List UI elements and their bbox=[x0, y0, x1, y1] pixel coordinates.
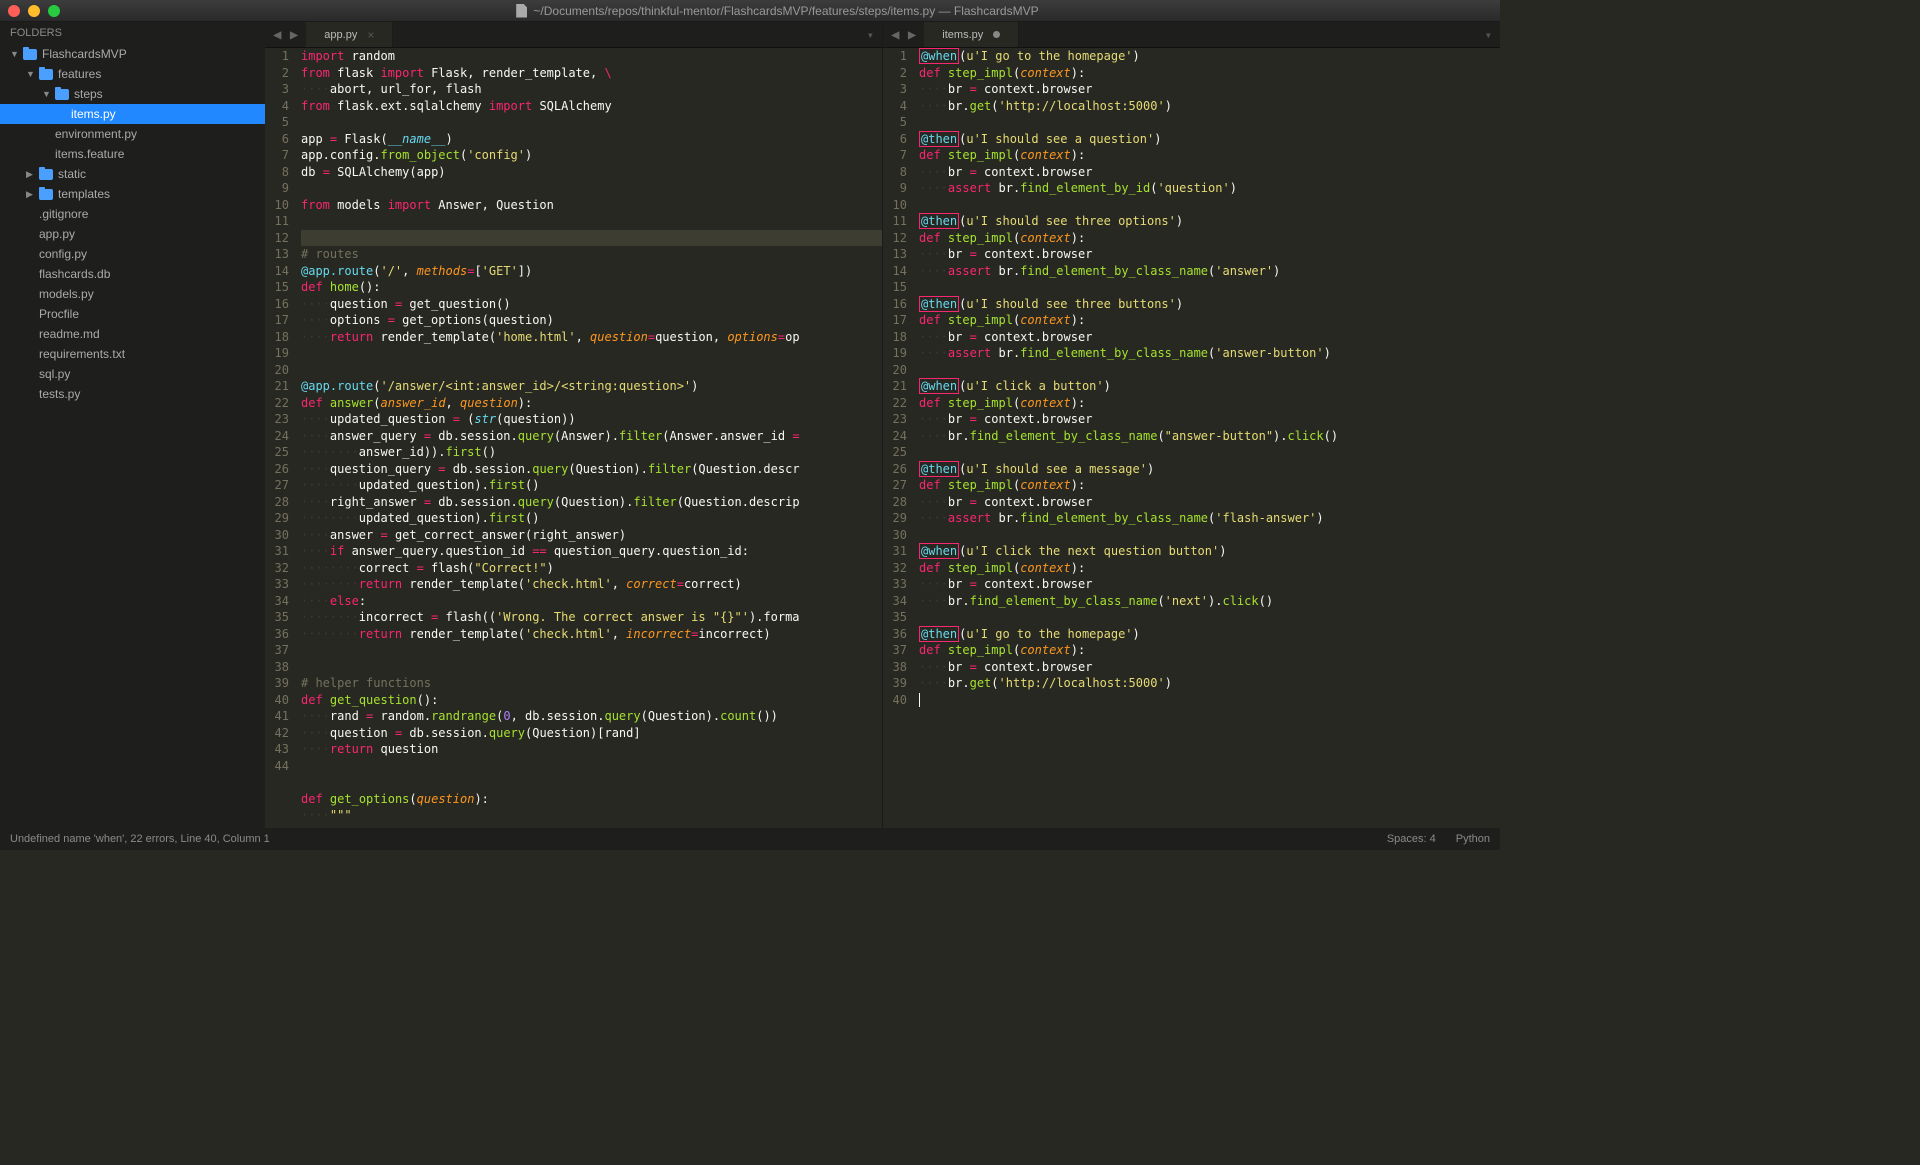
tree-item-label: steps bbox=[74, 87, 103, 101]
tab-dropdown[interactable]: ▾ bbox=[393, 22, 882, 47]
dirty-indicator-icon bbox=[993, 31, 1000, 38]
code-content[interactable]: @when(u'I go to the homepage')def step_i… bbox=[915, 48, 1500, 828]
status-language[interactable]: Python bbox=[1456, 833, 1490, 845]
tree-item-label: Procfile bbox=[39, 307, 79, 321]
folder-icon bbox=[39, 169, 53, 180]
file-icon bbox=[513, 4, 527, 18]
tab-nav[interactable]: ◀ ▶ bbox=[265, 22, 306, 47]
code-content[interactable]: import randomfrom flask import Flask, re… bbox=[297, 48, 882, 828]
window-controls bbox=[8, 5, 60, 17]
file-item[interactable]: items.py bbox=[0, 104, 265, 124]
tab-nav[interactable]: ◀ ▶ bbox=[883, 22, 924, 47]
folder-icon bbox=[23, 49, 37, 60]
tree-item-label: templates bbox=[58, 187, 110, 201]
tree-item-label: flashcards.db bbox=[39, 267, 110, 281]
code-editor-right[interactable]: 1234567891011121314151617181920212223242… bbox=[883, 48, 1500, 828]
folder-item[interactable]: ▼ features bbox=[0, 64, 265, 84]
gutter: 1234567891011121314151617181920212223242… bbox=[265, 48, 297, 828]
tree-item-label: requirements.txt bbox=[39, 347, 125, 361]
tree-item-label: readme.md bbox=[39, 327, 100, 341]
tree-item-label: sql.py bbox=[39, 367, 70, 381]
close-icon[interactable]: × bbox=[367, 28, 374, 42]
tree-item-label: environment.py bbox=[55, 127, 137, 141]
minimize-button[interactable] bbox=[28, 5, 40, 17]
folder-tree: ▼ FlashcardsMVP ▼ features ▼ steps items.py env… bbox=[0, 44, 265, 404]
file-item[interactable]: config.py bbox=[0, 244, 265, 264]
tree-item-label: tests.py bbox=[39, 387, 80, 401]
folder-icon bbox=[39, 69, 53, 80]
file-item[interactable]: sql.py bbox=[0, 364, 265, 384]
file-item[interactable]: items.feature bbox=[0, 144, 265, 164]
close-button[interactable] bbox=[8, 5, 20, 17]
status-spaces[interactable]: Spaces: 4 bbox=[1387, 833, 1436, 845]
chevron-icon[interactable]: ▶ bbox=[26, 189, 34, 200]
tab-label: items.py bbox=[942, 29, 983, 41]
file-item[interactable]: flashcards.db bbox=[0, 264, 265, 284]
titlebar: ~/Documents/repos/thinkful-mentor/Flashc… bbox=[0, 0, 1500, 22]
maximize-button[interactable] bbox=[48, 5, 60, 17]
folder-item[interactable]: ▼ FlashcardsMVP bbox=[0, 44, 265, 64]
chevron-icon[interactable]: ▼ bbox=[42, 89, 50, 99]
tree-item-label: app.py bbox=[39, 227, 75, 241]
file-item[interactable]: requirements.txt bbox=[0, 344, 265, 364]
folder-icon bbox=[55, 89, 69, 100]
window-title-text: ~/Documents/repos/thinkful-mentor/Flashc… bbox=[533, 4, 1038, 18]
tab-app-py[interactable]: app.py × bbox=[306, 22, 393, 47]
sidebar-header: FOLDERS bbox=[0, 22, 265, 44]
tab-label: app.py bbox=[324, 29, 357, 41]
chevron-icon[interactable]: ▶ bbox=[26, 169, 34, 180]
chevron-icon[interactable]: ▼ bbox=[26, 69, 34, 79]
tab-bar-right: ◀ ▶ items.py ▾ bbox=[883, 22, 1500, 48]
file-item[interactable]: .gitignore bbox=[0, 204, 265, 224]
editor-pane-left: ◀ ▶ app.py × ▾ 1234567891011121314151617… bbox=[265, 22, 883, 828]
status-errors[interactable]: Undefined name 'when', 22 errors, Line 4… bbox=[10, 833, 270, 845]
tree-item-label: .gitignore bbox=[39, 207, 88, 221]
editor-pane-right: ◀ ▶ items.py ▾ 1234567891011121314151617… bbox=[883, 22, 1500, 828]
file-item[interactable]: readme.md bbox=[0, 324, 265, 344]
tab-bar-left: ◀ ▶ app.py × ▾ bbox=[265, 22, 882, 48]
tab-dropdown[interactable]: ▾ bbox=[1019, 22, 1500, 47]
sidebar: FOLDERS ▼ FlashcardsMVP ▼ features ▼ steps ite… bbox=[0, 22, 265, 828]
tree-item-label: features bbox=[58, 67, 101, 81]
tree-item-label: models.py bbox=[39, 287, 94, 301]
file-item[interactable]: tests.py bbox=[0, 384, 265, 404]
tree-item-label: items.py bbox=[71, 107, 116, 121]
tree-item-label: static bbox=[58, 167, 86, 181]
file-item[interactable]: Procfile bbox=[0, 304, 265, 324]
file-item[interactable]: models.py bbox=[0, 284, 265, 304]
gutter: 1234567891011121314151617181920212223242… bbox=[883, 48, 915, 828]
chevron-icon[interactable]: ▼ bbox=[10, 49, 18, 59]
code-editor-left[interactable]: 1234567891011121314151617181920212223242… bbox=[265, 48, 882, 828]
folder-item[interactable]: ▶ templates bbox=[0, 184, 265, 204]
folder-item[interactable]: ▼ steps bbox=[0, 84, 265, 104]
folder-item[interactable]: ▶ static bbox=[0, 164, 265, 184]
tree-item-label: config.py bbox=[39, 247, 87, 261]
tree-item-label: items.feature bbox=[55, 147, 124, 161]
file-item[interactable]: app.py bbox=[0, 224, 265, 244]
folder-icon bbox=[39, 189, 53, 200]
statusbar: Undefined name 'when', 22 errors, Line 4… bbox=[0, 828, 1500, 850]
window-title: ~/Documents/repos/thinkful-mentor/Flashc… bbox=[60, 4, 1492, 18]
file-item[interactable]: environment.py bbox=[0, 124, 265, 144]
tab-items-py[interactable]: items.py bbox=[924, 22, 1019, 47]
tree-item-label: FlashcardsMVP bbox=[42, 47, 127, 61]
